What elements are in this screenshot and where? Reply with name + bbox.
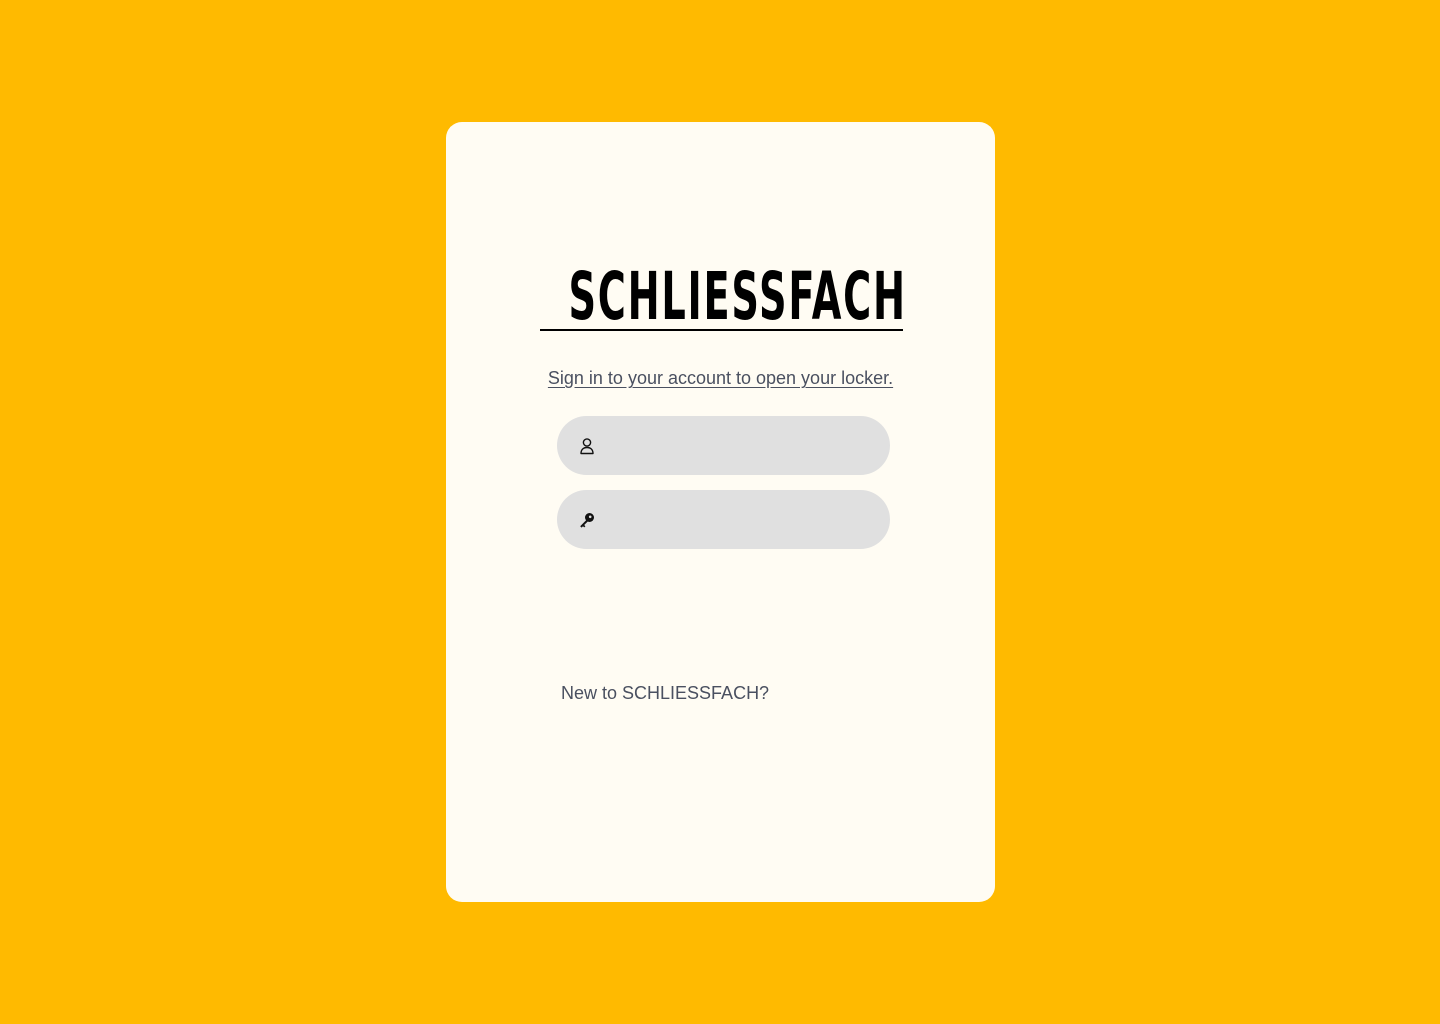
user-icon xyxy=(577,436,597,456)
username-input[interactable] xyxy=(597,416,890,475)
signup-prompt: New to SCHLIESSFACH? xyxy=(561,683,770,703)
password-field[interactable] xyxy=(557,490,890,549)
brand-name: SCHLIESSFACH xyxy=(568,258,907,335)
key-icon xyxy=(577,510,597,530)
brand-logo[interactable]: SCHLIESSFACH xyxy=(446,264,995,330)
password-input[interactable] xyxy=(597,490,890,549)
login-page: SCHLIESSFACH Sign in to your account to … xyxy=(0,0,1440,1024)
username-field[interactable] xyxy=(557,416,890,475)
login-card: SCHLIESSFACH Sign in to your account to … xyxy=(446,122,995,902)
login-subtitle-link[interactable]: Sign in to your account to open your loc… xyxy=(446,368,995,389)
brand-underline xyxy=(540,329,903,331)
